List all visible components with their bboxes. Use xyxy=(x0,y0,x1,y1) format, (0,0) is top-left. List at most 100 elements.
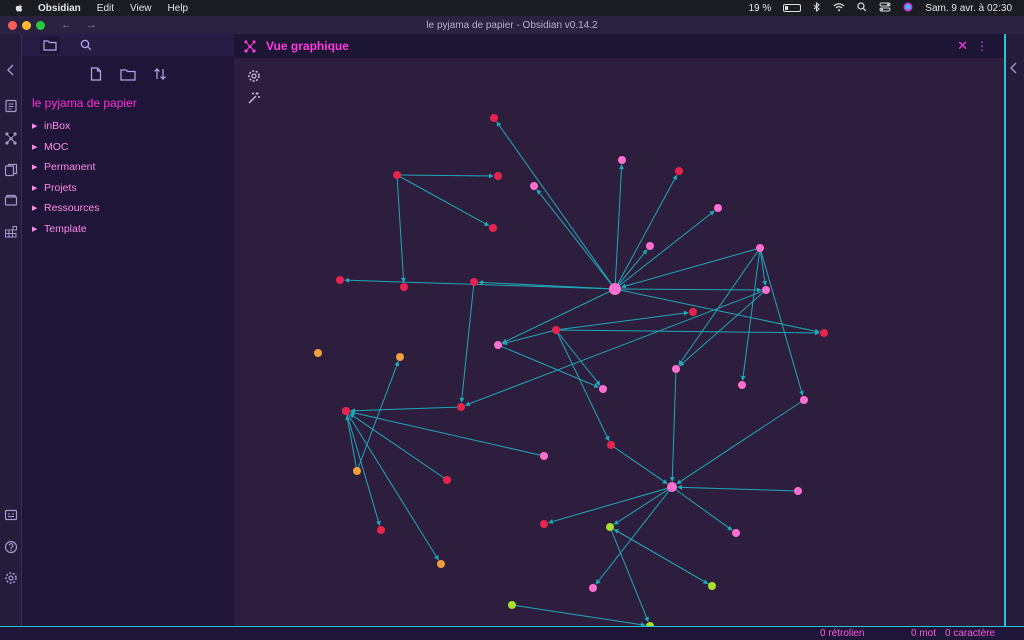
graph-node[interactable] xyxy=(377,526,385,534)
graph-node[interactable] xyxy=(618,156,626,164)
graph-node[interactable] xyxy=(599,385,607,393)
control-center-icon[interactable] xyxy=(879,2,891,15)
graph-node[interactable] xyxy=(494,172,502,180)
bluetooth-icon[interactable] xyxy=(813,1,821,15)
graph-node[interactable] xyxy=(646,242,654,250)
right-sidebar-collapsed xyxy=(1004,34,1024,626)
graph-node[interactable] xyxy=(393,171,401,179)
graph-node[interactable] xyxy=(336,276,344,284)
open-vault-icon[interactable] xyxy=(3,192,19,208)
sort-order-icon[interactable] xyxy=(152,66,168,82)
close-window-button[interactable] xyxy=(8,20,17,30)
battery-icon[interactable] xyxy=(783,4,802,12)
animate-wand-icon[interactable] xyxy=(246,90,262,106)
graph-node[interactable] xyxy=(756,244,764,252)
graph-edge xyxy=(345,410,381,527)
zoom-window-button[interactable] xyxy=(36,20,45,30)
graph-view-icon[interactable] xyxy=(3,130,19,146)
graph-node[interactable] xyxy=(457,403,465,411)
graph-node[interactable] xyxy=(443,476,451,484)
quick-switcher-icon[interactable] xyxy=(3,98,19,114)
graph-node[interactable] xyxy=(396,353,404,361)
graph-node[interactable] xyxy=(667,482,677,492)
graph-node[interactable] xyxy=(762,286,770,294)
folder-item-permanent[interactable]: ▶ Permanent xyxy=(22,157,234,178)
graph-node[interactable] xyxy=(708,582,716,590)
settings-gear-icon[interactable] xyxy=(3,570,19,586)
menu-edit[interactable]: Edit xyxy=(97,3,114,14)
graph-settings-gear-icon[interactable] xyxy=(246,68,262,84)
graph-node[interactable] xyxy=(738,381,746,389)
folder-item-moc[interactable]: ▶ MOC xyxy=(22,137,234,158)
graph-node[interactable] xyxy=(689,308,697,316)
graph-edge xyxy=(555,329,820,336)
graph-node[interactable] xyxy=(606,523,614,531)
more-options-icon[interactable]: ⋮ xyxy=(976,39,988,53)
graph-node[interactable] xyxy=(470,278,478,286)
graph-node[interactable] xyxy=(494,341,502,349)
forward-arrow-icon[interactable]: → xyxy=(86,19,97,31)
plugins-grid-icon[interactable] xyxy=(3,224,19,240)
graph-node[interactable] xyxy=(732,529,740,537)
graph-node[interactable] xyxy=(437,560,445,568)
graph-node[interactable] xyxy=(342,407,350,415)
folder-item-ressources[interactable]: ▶ Ressources xyxy=(22,198,234,219)
graph-node[interactable] xyxy=(672,365,680,373)
folder-item-projets[interactable]: ▶ Projets xyxy=(22,178,234,199)
graph-node[interactable] xyxy=(589,584,597,592)
system-menubar: Obsidian Edit View Help 19 % Sam. 9 avr.… xyxy=(0,0,1024,16)
graph-edge xyxy=(502,329,557,346)
clock[interactable]: Sam. 9 avr. à 02:30 xyxy=(925,3,1012,14)
graph-node[interactable] xyxy=(353,467,361,475)
graph-edge xyxy=(613,486,673,525)
graph-edge xyxy=(614,249,648,290)
vault-switcher-icon[interactable] xyxy=(3,507,19,523)
graph-node[interactable] xyxy=(800,396,808,404)
graph-node[interactable] xyxy=(508,601,516,609)
menu-view[interactable]: View xyxy=(130,3,152,14)
templates-icon[interactable] xyxy=(3,162,19,178)
folder-label: Projets xyxy=(44,181,77,194)
graph-node[interactable] xyxy=(540,452,548,460)
new-note-icon[interactable] xyxy=(88,66,104,82)
siri-icon[interactable] xyxy=(903,2,913,15)
graph-node[interactable] xyxy=(530,182,538,190)
graph-node[interactable] xyxy=(607,441,615,449)
graph-node[interactable] xyxy=(714,204,722,212)
expand-right-chevron-icon[interactable] xyxy=(1010,62,1018,77)
graph-node[interactable] xyxy=(400,283,408,291)
graph-edge xyxy=(396,174,406,283)
folder-item-inbox[interactable]: ▶ inBox xyxy=(22,116,234,137)
vault-name[interactable]: le pyjama de papier xyxy=(32,96,234,110)
spotlight-search-icon[interactable] xyxy=(857,1,867,15)
menu-help[interactable]: Help xyxy=(168,3,189,14)
app-menu[interactable]: Obsidian xyxy=(38,3,81,14)
back-arrow-icon[interactable]: ← xyxy=(61,19,72,31)
graph-node[interactable] xyxy=(675,167,683,175)
new-folder-icon[interactable] xyxy=(120,66,136,82)
graph-edge xyxy=(511,604,646,626)
tab-search[interactable] xyxy=(76,36,96,54)
graph-node[interactable] xyxy=(794,487,802,495)
backlinks-count[interactable]: 0 rétrolien xyxy=(820,628,864,639)
minimize-window-button[interactable] xyxy=(22,20,31,30)
graph-node[interactable] xyxy=(609,283,621,295)
folder-tree: ▶ inBox ▶ MOC ▶ Permanent ▶ Projets ▶ Ressour… xyxy=(22,116,234,239)
graph-node[interactable] xyxy=(489,224,497,232)
graph-node[interactable] xyxy=(552,326,560,334)
graph-node[interactable] xyxy=(314,349,322,357)
wifi-icon[interactable] xyxy=(833,2,845,15)
graph-edge xyxy=(614,164,624,290)
apple-icon[interactable] xyxy=(14,3,24,13)
graph-node[interactable] xyxy=(540,520,548,528)
help-icon[interactable] xyxy=(3,539,19,555)
graph-svg[interactable] xyxy=(234,58,1004,626)
graph-canvas[interactable] xyxy=(234,58,1004,626)
folder-label: MOC xyxy=(44,140,69,153)
close-pane-icon[interactable]: ✕ xyxy=(957,39,968,53)
tab-file-explorer[interactable] xyxy=(40,36,60,54)
graph-node[interactable] xyxy=(820,329,828,337)
folder-item-template[interactable]: ▶ Template xyxy=(22,219,234,240)
collapse-left-chevron-icon[interactable] xyxy=(3,62,19,78)
graph-node[interactable] xyxy=(490,114,498,122)
